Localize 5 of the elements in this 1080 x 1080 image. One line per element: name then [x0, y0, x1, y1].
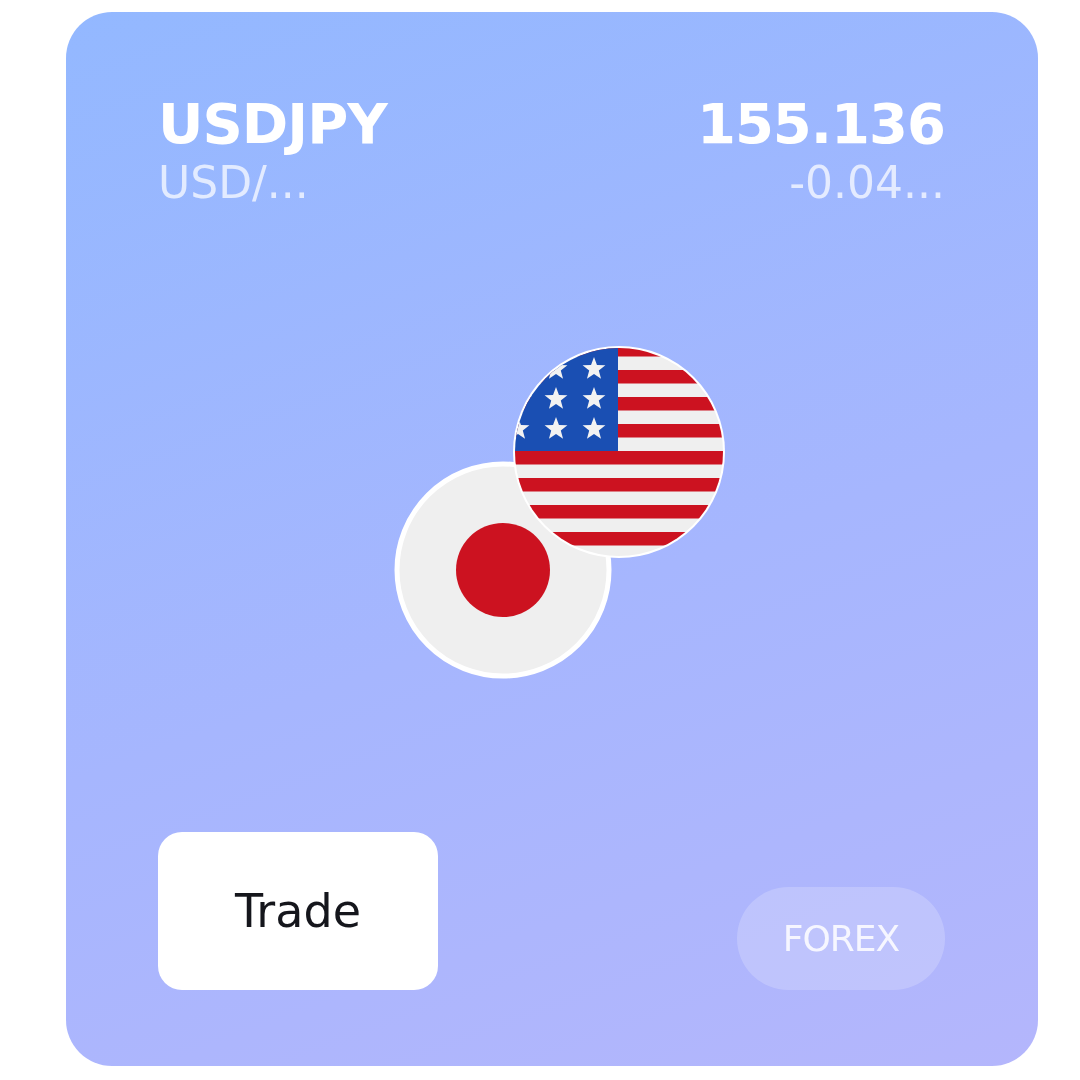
- price-label: 155.136: [696, 92, 945, 156]
- instrument-name: USD/...: [158, 156, 309, 210]
- change-label: -0.04...: [789, 156, 945, 210]
- trade-button[interactable]: Trade: [158, 832, 438, 990]
- symbol-label: USDJPY: [158, 92, 387, 156]
